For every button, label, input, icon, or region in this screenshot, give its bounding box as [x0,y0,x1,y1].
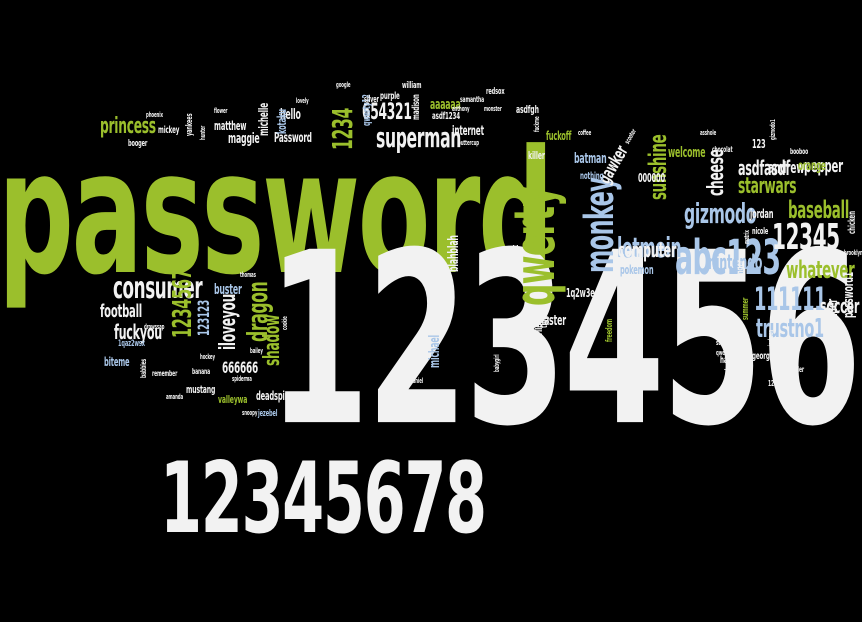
word-swordfis: madison [411,94,422,120]
word-111111: 111111 [754,280,827,318]
word-phoenix: matrix [743,230,751,244]
word-spiderma: remember [152,369,178,378]
word-666666: 666666 [222,358,259,377]
word-welcome: welcome [668,145,706,161]
word-matthew: matthew [214,119,247,133]
word-football: football [100,301,143,322]
word-daniel: daniel [410,377,424,385]
word-killer: killer [528,149,545,162]
word-orange: orange [798,159,826,174]
word-monkey: monkey [577,177,623,273]
word-maggie: maggie [228,131,260,147]
word-simpsons: coffee [578,129,592,137]
word-michael: michael [427,334,443,368]
word-silver: silver [364,95,379,105]
word-iloveyou: iloveyou [216,293,241,350]
word-jackson: jackson [767,329,775,346]
word-123123: 123123 [194,299,213,336]
word-1234: 1234 [326,107,359,150]
word-qwertyui: qwertyui [716,349,735,357]
word-cheese: cheese [704,149,729,196]
word-cloud: password 123456 12345678 qwerty abc123 m… [0,0,862,622]
word-yankees: yankees [185,113,195,136]
word-1234567: 1234567 [168,269,198,338]
word-sunshine: sunshine [644,134,672,200]
word-hockey: spiderma [232,375,252,383]
word-asdfasdf: asdfasdf [738,156,791,180]
word-computer: computer [618,238,677,262]
word-asshole: gizmodo1 [769,119,777,140]
word-amanda: snoopy [242,409,258,417]
word-fender: startrek [716,339,734,347]
word-diamond: lovely [296,97,309,105]
word-000000: 000000 [638,171,666,185]
word-nothing: nothing [580,171,604,182]
word-michelle: michelle [257,102,272,136]
word-12345678: 12345678 [160,441,487,556]
word-asdf1234: asdf1234 [432,111,461,122]
word-brooklyn: brooklyn [844,249,862,257]
word-babbies: amanda [166,393,184,401]
word-internet: internet [452,124,484,139]
word-purple: purple [380,91,400,102]
word-babygirl: babygirl [493,354,501,372]
word-ginger: ginger [735,260,746,280]
word-thomas: thomas [240,271,256,279]
word-nicole: nicole [752,227,769,237]
word-mustang: mustang [186,383,216,396]
word-madison: hunter [199,125,207,140]
word-samantha: samantha [460,95,485,104]
word-gizmodo: gizmodo [684,197,757,230]
word-valleywa: valleywa [218,393,248,406]
word-george: george [752,351,774,362]
word-cookie: cookie [281,316,289,330]
word-1qaz2wsx: 1qaz2wsx [118,339,145,349]
word-redsox: redsox [486,87,505,97]
word-gateway: hockey [200,353,215,361]
word-tigger: tigger [539,309,550,328]
word-william: william [402,81,422,91]
word-startrek: 123321 [768,379,787,388]
word-booboo: monster [484,105,502,113]
word-peanut: anthony [452,105,470,113]
word-buster: buster [214,282,242,298]
word-jezebel: jezebel [258,409,278,419]
word-princess: princess [100,114,156,139]
word-banana: babbies [139,358,148,378]
word-123: 123 [752,137,766,151]
word-coffee: scooter [623,127,638,146]
word-monster: google [336,81,351,89]
word-pokemon: pokemon [620,263,654,277]
word-remember: banana [192,367,210,376]
word-anthony: buttercup [458,139,480,147]
word-freedom: freedom [605,319,615,342]
word-asdfgh: asdfgh [516,103,539,116]
word-midnight: fuckme [533,116,541,132]
word-scooter: chocolat [712,145,733,154]
word-password1: password1 [841,271,857,318]
word-superman: superman [376,121,462,154]
word-blahblah: blahblah [446,235,462,272]
word-drowssap: phoenix [146,111,163,119]
word-google: flower [214,107,228,115]
word-kotaku: kotaku [275,109,289,134]
word-1q2w3e4r: 1q2w3e4r [566,286,603,300]
word-biteme: biteme [104,355,130,369]
word-jordan: jordan [750,207,774,221]
word-summer: summer [741,297,751,320]
word-hunter: drowssap [144,323,165,331]
word-mickey: mickey [158,125,180,136]
word-metallic: fender [788,365,804,374]
word-chicken: chicken [847,211,858,234]
word-12345: 12345 [772,217,840,258]
word-chocolat: asshole [700,129,717,137]
word-baseball: baseball [788,196,850,224]
word-bailey: bailey [250,347,263,355]
word-fuckoff: fuckoff [546,129,572,143]
word-secret: secret [511,245,521,262]
word-deadspin: deadspin [256,389,290,403]
word-guitar: guitar [820,311,833,319]
word-123321: booboo [790,147,809,156]
word-booger: booger [128,139,148,149]
